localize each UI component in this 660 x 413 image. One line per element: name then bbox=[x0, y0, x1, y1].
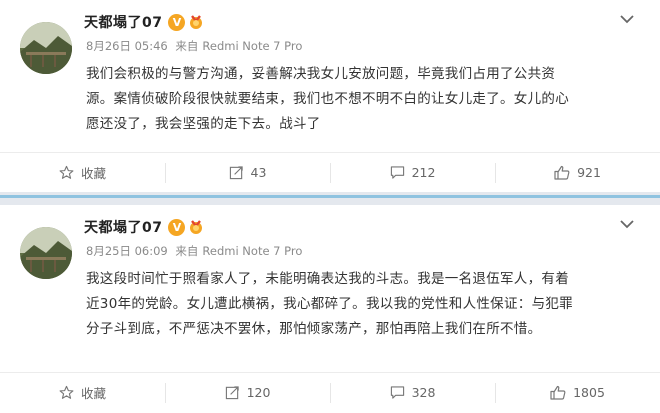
post-text-line: 源。案情侦破阶段很快就要结束，我们也不想不明不白的让女儿走了。女儿的心 bbox=[86, 91, 569, 107]
post-text-line: 我这段时间忙于照看家人了，未能明确表达我的斗志。我是一名退伍军人，有着 bbox=[86, 271, 569, 287]
verified-badge-icon: V bbox=[168, 13, 186, 31]
comment-icon bbox=[390, 166, 404, 179]
comment-button[interactable]: 328 bbox=[330, 373, 495, 412]
post-date[interactable]: 8月25日 06:09 bbox=[86, 244, 168, 258]
repost-icon bbox=[229, 166, 243, 180]
comment-icon bbox=[390, 386, 404, 399]
chevron-down-icon[interactable] bbox=[618, 217, 636, 231]
post-source: Redmi Note 7 Pro bbox=[202, 39, 303, 53]
repost-button[interactable]: 120 bbox=[165, 373, 330, 412]
separator-line bbox=[0, 195, 660, 198]
repost-count: 120 bbox=[246, 385, 271, 400]
post-source: Redmi Note 7 Pro bbox=[202, 244, 303, 258]
like-count: 1805 bbox=[573, 385, 605, 400]
action-bar: 收藏 120 328 1805 bbox=[0, 372, 660, 412]
star-icon bbox=[59, 165, 74, 179]
post-text-line: 愿还没了，我会坚强的走下去。战斗了 bbox=[86, 116, 321, 132]
source-prefix: 来自 bbox=[175, 39, 199, 53]
like-button[interactable]: 921 bbox=[495, 153, 660, 192]
comment-button[interactable]: 212 bbox=[330, 153, 495, 192]
favorite-button[interactable]: 收藏 bbox=[0, 373, 165, 412]
verified-badge-icon: V bbox=[168, 218, 186, 236]
post-text-line: 分子斗到底，不严惩决不罢休，那怕倾家荡产，那怕再陪上我们在所不惜。 bbox=[86, 321, 542, 337]
repost-icon bbox=[225, 386, 239, 400]
username[interactable]: 天都塌了07 bbox=[84, 12, 162, 32]
medal-icon bbox=[190, 220, 203, 234]
source-prefix: 来自 bbox=[175, 244, 199, 258]
comment-count: 328 bbox=[411, 385, 436, 400]
post-separator bbox=[0, 192, 660, 205]
thumbs-up-icon bbox=[554, 165, 570, 180]
favorite-label: 收藏 bbox=[80, 166, 106, 181]
avatar[interactable] bbox=[20, 227, 72, 279]
post-date[interactable]: 8月26日 05:46 bbox=[86, 39, 168, 53]
username[interactable]: 天都塌了07 bbox=[84, 217, 162, 237]
post-text-line: 我们会积极的与警方沟通，妥善解决我女儿安放问题，毕竟我们占用了公共资 bbox=[86, 66, 556, 82]
post-meta: 8月25日 06:09 来自 Redmi Note 7 Pro bbox=[86, 243, 306, 259]
avatar[interactable] bbox=[20, 22, 72, 74]
username-row: 天都塌了07 V bbox=[84, 215, 205, 239]
favorite-label: 收藏 bbox=[80, 386, 106, 401]
like-button[interactable]: 1805 bbox=[495, 373, 660, 412]
comment-count: 212 bbox=[411, 165, 436, 180]
chevron-down-icon[interactable] bbox=[618, 12, 636, 26]
medal-icon bbox=[190, 15, 203, 29]
like-count: 921 bbox=[577, 165, 601, 180]
post-content: 我们会积极的与警方沟通，妥善解决我女儿安放问题，毕竟我们占用了公共资 源。案情侦… bbox=[86, 62, 638, 137]
repost-button[interactable]: 43 bbox=[165, 153, 330, 192]
star-icon bbox=[59, 385, 74, 399]
username-row: 天都塌了07 V bbox=[84, 10, 205, 34]
favorite-button[interactable]: 收藏 bbox=[0, 153, 165, 192]
thumbs-up-icon bbox=[550, 385, 566, 400]
action-bar: 收藏 43 212 921 bbox=[0, 152, 660, 192]
post-meta: 8月26日 05:46 来自 Redmi Note 7 Pro bbox=[86, 38, 306, 54]
weibo-post: 天都塌了07 V 8月25日 06:09 来自 Redmi Note 7 Pro … bbox=[0, 205, 660, 413]
post-content: 我这段时间忙于照看家人了，未能明确表达我的斗志。我是一名退伍军人，有着 近30年… bbox=[86, 267, 638, 342]
post-text-line: 近30年的党龄。女儿遭此横祸，我心都碎了。我以我的党性和人性保证：与犯罪 bbox=[86, 296, 573, 312]
repost-count: 43 bbox=[250, 165, 267, 180]
weibo-post: 天都塌了07 V 8月26日 05:46 来自 Redmi Note 7 Pro … bbox=[0, 0, 660, 192]
